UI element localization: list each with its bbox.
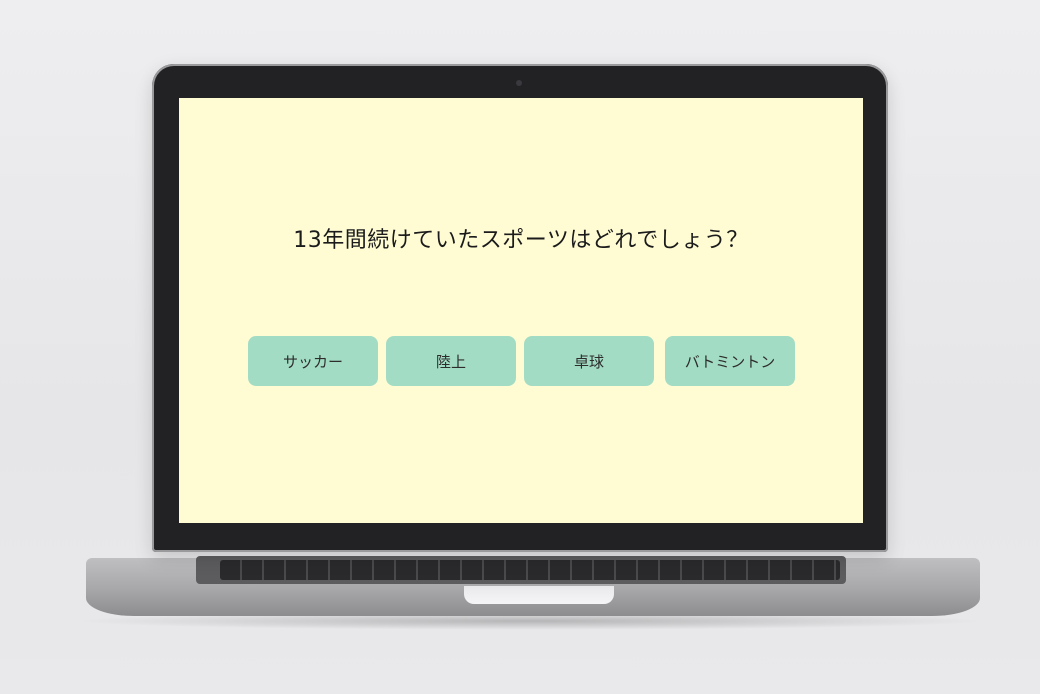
quiz-question: 13年間続けていたスポーツはどれでしょう？	[293, 228, 749, 253]
choice-button-track-and-field[interactable]: 陸上	[386, 336, 516, 386]
webcam-icon	[516, 80, 522, 86]
choice-button-soccer[interactable]: サッカー	[248, 336, 378, 386]
laptop-screen: 13年間続けていたスポーツはどれでしょう？ サッカー 陸上 卓球 バトミントン	[179, 98, 863, 523]
laptop-lid-notch	[464, 586, 614, 604]
laptop-keyboard	[220, 560, 840, 580]
choice-button-table-tennis[interactable]: 卓球	[524, 336, 654, 386]
choice-button-badminton[interactable]: バトミントン	[665, 336, 795, 386]
